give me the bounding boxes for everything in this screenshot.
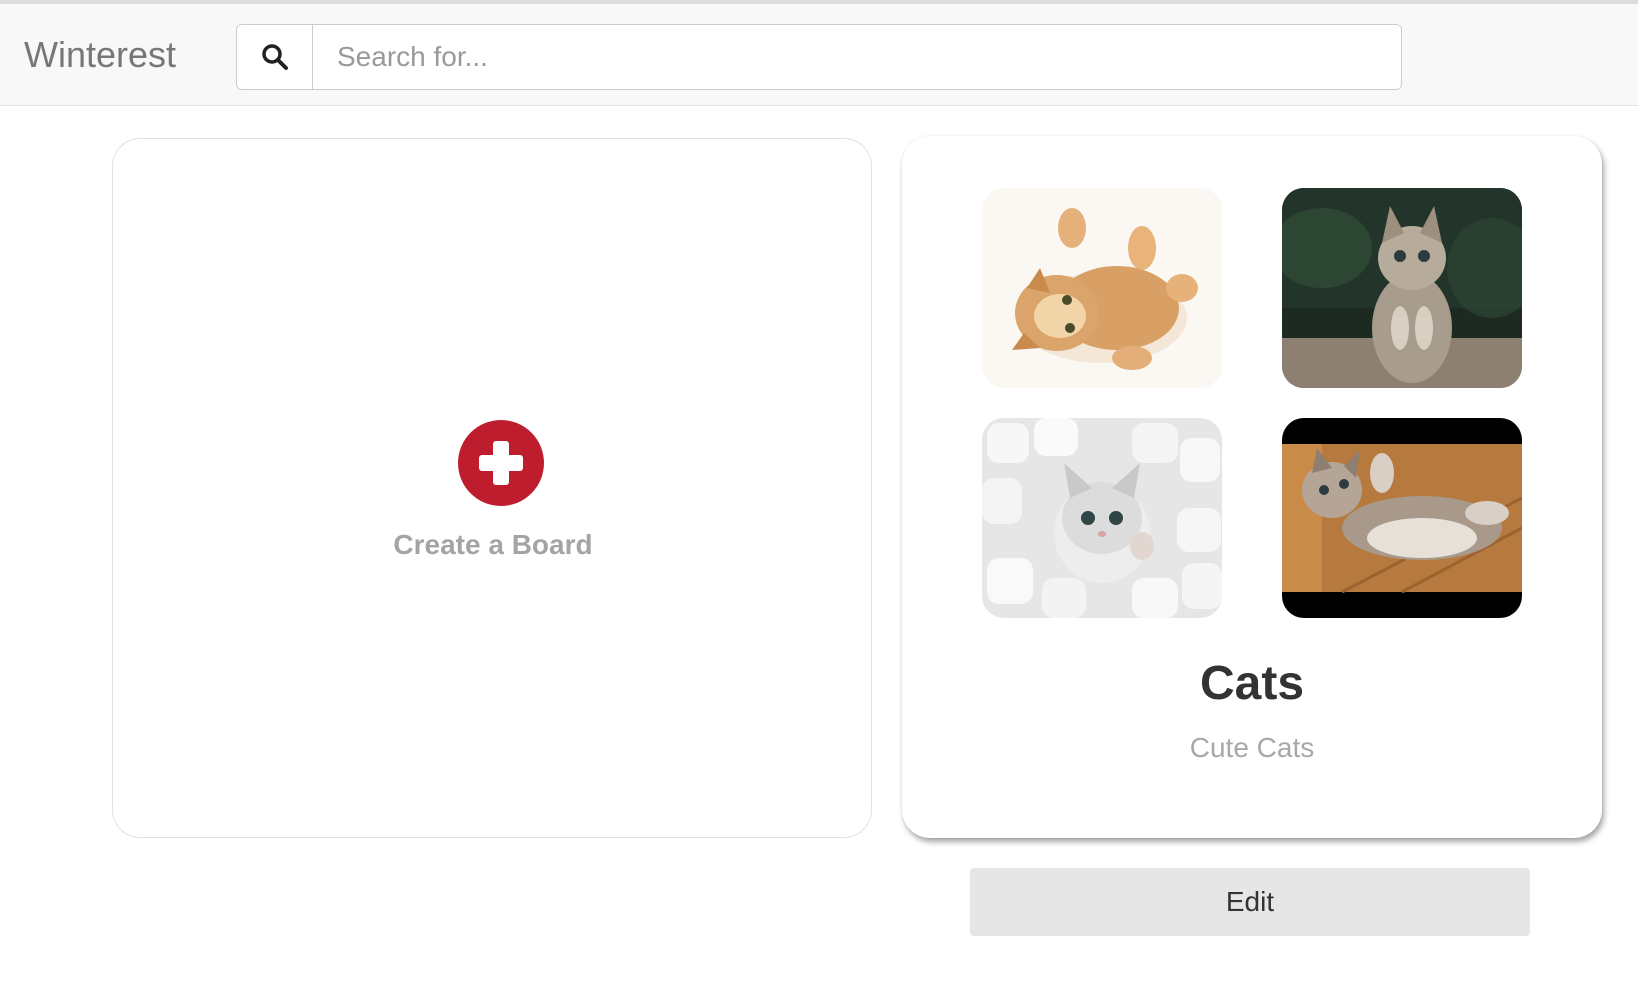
brand-logo[interactable]: Winterest bbox=[24, 34, 176, 76]
board-title[interactable]: Cats bbox=[902, 656, 1602, 711]
kitten-image bbox=[982, 418, 1222, 618]
search-button[interactable] bbox=[237, 25, 313, 89]
edit-button[interactable]: Edit bbox=[970, 868, 1530, 936]
board-thumbnail[interactable] bbox=[982, 188, 1222, 388]
kitten-image bbox=[982, 188, 1222, 388]
plus-circle-icon[interactable] bbox=[458, 420, 544, 506]
search-icon bbox=[261, 44, 288, 70]
kitten-image bbox=[1282, 418, 1522, 618]
search-group bbox=[236, 24, 1402, 90]
board-card-cats[interactable]: Cats Cute Cats bbox=[902, 136, 1602, 838]
board-thumbnail[interactable] bbox=[982, 418, 1222, 618]
search-input[interactable] bbox=[313, 25, 1401, 89]
create-board-label[interactable]: Create a Board bbox=[113, 529, 873, 561]
board-thumbnail[interactable] bbox=[1282, 188, 1522, 388]
kitten-image bbox=[1282, 188, 1522, 388]
navbar: Winterest bbox=[0, 4, 1638, 106]
create-board-card[interactable]: Create a Board bbox=[112, 138, 872, 838]
board-description: Cute Cats bbox=[1189, 732, 1315, 763]
board-thumbnail[interactable] bbox=[1282, 418, 1522, 618]
